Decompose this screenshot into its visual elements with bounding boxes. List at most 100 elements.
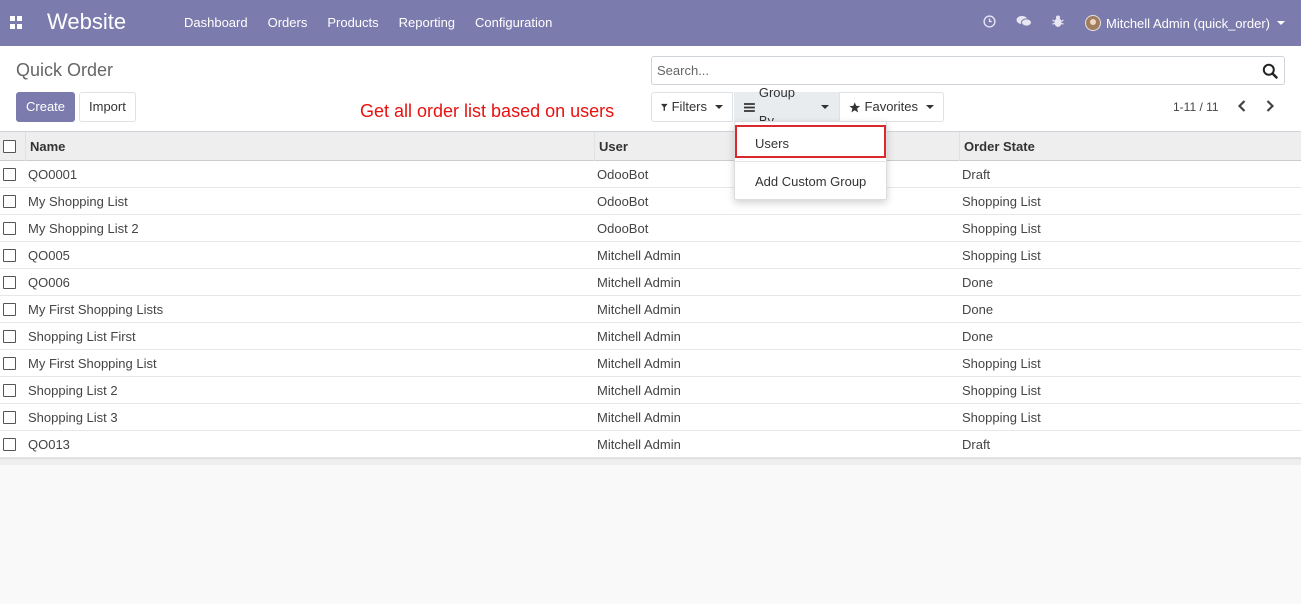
cell-order-state: Shopping List (962, 248, 1041, 263)
cell-user: Mitchell Admin (597, 248, 681, 263)
menu-configuration[interactable]: Configuration (465, 0, 562, 46)
create-button[interactable]: Create (16, 92, 76, 122)
cell-order-state: Draft (962, 167, 991, 182)
breadcrumb: Quick Order (16, 60, 114, 80)
row-checkbox[interactable] (3, 222, 16, 235)
favorites-label: Favorites (864, 99, 918, 114)
table-row[interactable]: My First Shopping Lists Mitchell Admin Don… (0, 296, 1301, 323)
cell-order-state: Draft (962, 437, 991, 452)
user-name: Mitchell Admin (quick_order) (1105, 15, 1270, 31)
search-icon[interactable] (1262, 63, 1278, 79)
row-checkbox[interactable] (3, 438, 16, 451)
column-header-name[interactable]: Name (25, 132, 595, 161)
cell-user: OdooBot (597, 221, 649, 236)
chevron-left-icon[interactable] (1232, 96, 1252, 116)
row-checkbox[interactable] (3, 330, 16, 343)
cell-user: OdooBot (597, 167, 649, 182)
main-menu: Dashboard Orders Products Reporting Conf… (174, 0, 562, 46)
row-checkbox[interactable] (3, 168, 16, 181)
cell-order-state: Done (962, 302, 994, 317)
add-custom-group-option[interactable]: Add Custom Group (755, 174, 866, 189)
menu-dashboard[interactable]: Dashboard (174, 0, 258, 46)
clock-icon[interactable] (973, 15, 1007, 31)
annotation-text: Get all order list based on users (360, 101, 615, 121)
cell-user: Mitchell Admin (597, 356, 681, 371)
table-row[interactable]: Shopping List First Mitchell Admin Done (0, 323, 1301, 350)
cell-order-state: Shopping List (962, 221, 1041, 236)
caret-down-icon (1277, 21, 1285, 25)
table-row[interactable]: Shopping List 2 Mitchell Admin Shopping Li… (0, 377, 1301, 404)
table-header: Name User Order State (0, 132, 1301, 161)
cell-name: QO005 (28, 248, 70, 263)
row-checkbox[interactable] (3, 303, 16, 316)
table-row[interactable]: My Shopping List 2 OdooBot Shopping List (0, 215, 1301, 242)
cell-order-state: Shopping List (962, 194, 1041, 209)
highlight-box (735, 125, 886, 158)
chat-icon[interactable] (1007, 15, 1041, 31)
cell-name: My Shopping List (28, 194, 128, 209)
bug-icon[interactable] (1041, 15, 1075, 31)
list-view: Name User Order State QO0001 OdooBot Draft… (0, 132, 1301, 465)
dropdown-divider (735, 161, 886, 162)
cell-order-state: Done (962, 275, 994, 290)
import-button[interactable]: Import (79, 92, 136, 122)
row-checkbox[interactable] (3, 411, 16, 424)
apps-menu-icon[interactable] (10, 16, 23, 29)
row-checkbox[interactable] (3, 357, 16, 370)
cell-name: QO013 (28, 437, 70, 452)
cell-name: Shopping List 3 (28, 410, 118, 425)
table-row[interactable]: My Shopping List OdooBot Shopping List (0, 188, 1301, 215)
cell-user: Mitchell Admin (597, 410, 681, 425)
control-panel: Quick Order Create Import Get all order … (0, 46, 1301, 132)
cell-name: My First Shopping List (28, 356, 157, 371)
table-row[interactable]: QO005 Mitchell Admin Shopping List (0, 242, 1301, 269)
table-row[interactable]: QO013 Mitchell Admin Draft (0, 431, 1301, 458)
star-icon (849, 101, 861, 112)
cell-name: QO006 (28, 275, 70, 290)
cell-user: Mitchell Admin (597, 275, 681, 290)
pager-value[interactable]: 1-11 / 11 (1173, 100, 1219, 114)
search-input[interactable] (657, 57, 1247, 84)
cell-name: My First Shopping Lists (28, 302, 164, 317)
row-checkbox[interactable] (3, 249, 16, 262)
user-menu[interactable]: Mitchell Admin (quick_order) (1075, 15, 1301, 31)
cell-user: OdooBot (597, 194, 649, 209)
cell-order-state: Shopping List (962, 356, 1041, 371)
row-checkbox[interactable] (3, 384, 16, 397)
cell-user: Mitchell Admin (597, 383, 681, 398)
filters-button[interactable]: Filters (651, 92, 733, 122)
table-row[interactable]: My First Shopping List Mitchell Admin Shop… (0, 350, 1301, 377)
cell-user: Mitchell Admin (597, 302, 681, 317)
caret-down-icon (715, 105, 723, 109)
cell-order-state: Shopping List (962, 410, 1041, 425)
filter-icon (661, 103, 668, 111)
groupby-button[interactable]: Group By (734, 85, 839, 128)
cell-order-state: Done (962, 329, 994, 344)
menu-orders[interactable]: Orders (258, 0, 318, 46)
top-navbar: Website Dashboard Orders Products Report… (0, 0, 1301, 46)
filters-label: Filters (671, 99, 707, 114)
cell-user: Mitchell Admin (597, 329, 681, 344)
search-box (651, 56, 1285, 85)
row-checkbox[interactable] (3, 276, 16, 289)
cell-name: Shopping List 2 (28, 383, 118, 398)
row-checkbox[interactable] (3, 195, 16, 208)
cell-order-state: Shopping List (962, 383, 1041, 398)
table-row[interactable]: QO0001 OdooBot Draft (0, 161, 1301, 188)
column-header-order-state[interactable]: Order State (959, 132, 1301, 161)
favorites-button[interactable]: Favorites (839, 92, 944, 122)
cell-name: My Shopping List 2 (28, 221, 139, 236)
table-footer (0, 458, 1301, 465)
caret-down-icon (821, 105, 829, 109)
menu-products[interactable]: Products (317, 0, 388, 46)
chevron-right-icon[interactable] (1260, 96, 1280, 116)
table-body: QO0001 OdooBot Draft My Shopping List OdooBo… (0, 161, 1301, 458)
table-row[interactable]: QO006 Mitchell Admin Done (0, 269, 1301, 296)
table-row[interactable]: Shopping List 3 Mitchell Admin Shopping Li… (0, 404, 1301, 431)
systray: Mitchell Admin (quick_order) (973, 0, 1301, 46)
app-brand[interactable]: Website (47, 9, 126, 35)
caret-down-icon (926, 105, 934, 109)
menu-reporting[interactable]: Reporting (389, 0, 465, 46)
select-all-checkbox[interactable] (3, 140, 16, 153)
cell-user: Mitchell Admin (597, 437, 681, 452)
